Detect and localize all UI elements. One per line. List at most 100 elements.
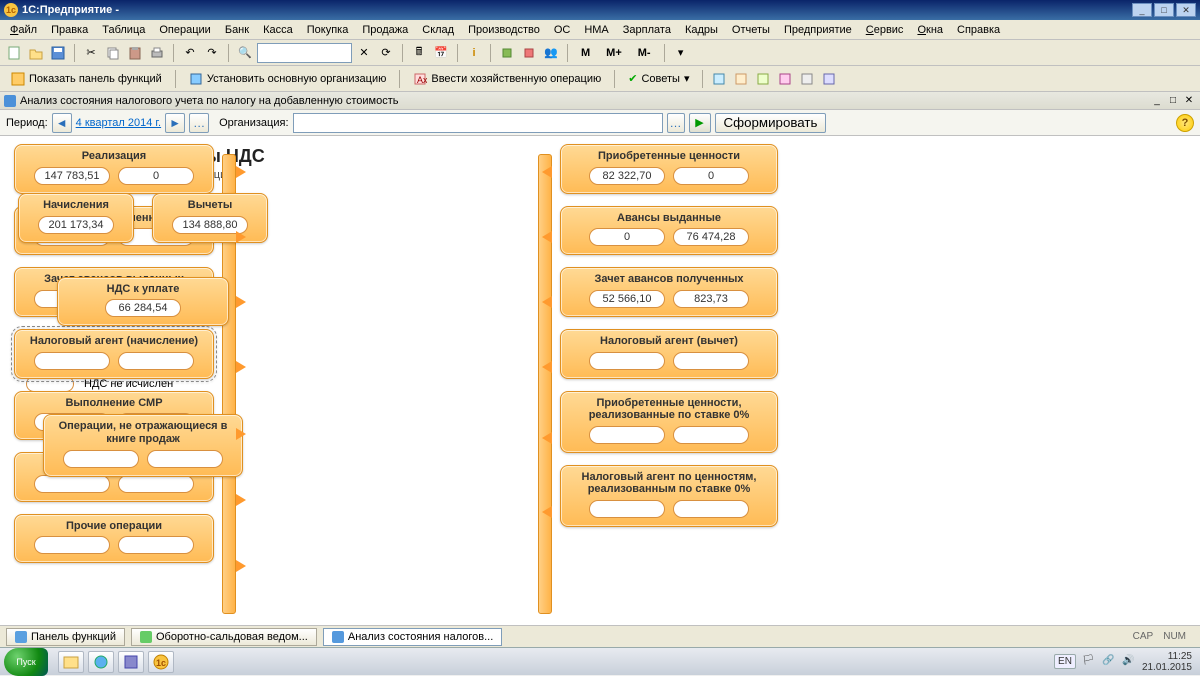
menu-os[interactable]: ОС bbox=[548, 22, 577, 38]
vat-to-pay-block[interactable]: НДС к уплате 66 284,54 bbox=[57, 277, 229, 327]
search-icon[interactable]: 🔍 bbox=[235, 43, 255, 63]
windows-taskbar: Пуск 1c EN 🏳 🔗 🔊 11:25 21.01.2015 bbox=[0, 647, 1200, 675]
report4-icon[interactable] bbox=[775, 69, 795, 89]
not-in-sales-book-block[interactable]: Операции, не отражающиеся в книге продаж bbox=[43, 414, 243, 476]
tray-clock[interactable]: 11:25 21.01.2015 bbox=[1142, 651, 1192, 673]
period-value-link[interactable]: 4 квартал 2014 г. bbox=[76, 117, 161, 129]
ql-explorer-icon[interactable] bbox=[58, 651, 84, 673]
calendar-icon[interactable]: 📅 bbox=[431, 43, 451, 63]
close-button[interactable]: ✕ bbox=[1176, 3, 1196, 17]
menu-file[interactable]: Файл bbox=[4, 22, 43, 38]
menu-edit[interactable]: Правка bbox=[45, 22, 94, 38]
org-select-button[interactable]: … bbox=[667, 113, 685, 133]
menu-windows[interactable]: Окна bbox=[911, 22, 949, 38]
run-button[interactable]: ▶ bbox=[689, 113, 711, 133]
tool2-icon[interactable] bbox=[519, 43, 539, 63]
right-block-4[interactable]: Приобретенные ценности, реализованные по… bbox=[560, 391, 778, 453]
report5-icon[interactable] bbox=[797, 69, 817, 89]
print-icon[interactable] bbox=[147, 43, 167, 63]
subwin-close-button[interactable]: ✕ bbox=[1182, 94, 1196, 108]
lang-indicator[interactable]: EN bbox=[1054, 654, 1076, 669]
report1-icon[interactable] bbox=[709, 69, 729, 89]
start-button[interactable]: Пуск bbox=[4, 648, 48, 676]
accruals-block[interactable]: Начисления 201 173,34 bbox=[18, 193, 134, 243]
redo-icon[interactable]: ↷ bbox=[202, 43, 222, 63]
tray-network-icon[interactable]: 🔗 bbox=[1102, 655, 1116, 669]
right-block-3[interactable]: Налоговый агент (вычет) bbox=[560, 329, 778, 379]
refresh-icon[interactable]: ⟳ bbox=[376, 43, 396, 63]
tray-flag-icon[interactable]: 🏳 bbox=[1082, 655, 1096, 669]
copy-icon[interactable] bbox=[103, 43, 123, 63]
minimize-button[interactable]: _ bbox=[1132, 3, 1152, 17]
menu-table[interactable]: Таблица bbox=[96, 22, 151, 38]
right-block-0[interactable]: Приобретенные ценности82 322,700 bbox=[560, 144, 778, 194]
menu-production[interactable]: Производство bbox=[462, 22, 546, 38]
set-main-org-button[interactable]: Установить основную организацию bbox=[182, 69, 394, 89]
dropdown-icon[interactable]: ▾ bbox=[671, 43, 691, 63]
m-button[interactable]: М bbox=[574, 43, 597, 63]
mminus-button[interactable]: М- bbox=[631, 43, 658, 63]
ql-ie-icon[interactable] bbox=[88, 651, 114, 673]
menu-cash[interactable]: Касса bbox=[257, 22, 299, 38]
advice-button[interactable]: ✔Советы▾ bbox=[621, 69, 696, 89]
right-block-5-title: Налоговый агент по ценностям, реализован… bbox=[569, 471, 769, 496]
cut-icon[interactable]: ✂ bbox=[81, 43, 101, 63]
tab-osv[interactable]: Оборотно-сальдовая ведом... bbox=[131, 628, 317, 646]
form-report-button[interactable]: Сформировать bbox=[715, 113, 827, 133]
menu-service[interactable]: Сервис bbox=[860, 22, 910, 38]
undo-icon[interactable]: ↶ bbox=[180, 43, 200, 63]
menu-bank[interactable]: Банк bbox=[219, 22, 255, 38]
panel-functions-button[interactable]: Показать панель функций bbox=[4, 69, 169, 89]
report6-icon[interactable] bbox=[819, 69, 839, 89]
menu-sale[interactable]: Продажа bbox=[356, 22, 414, 38]
subwin-restore-button[interactable]: □ bbox=[1166, 94, 1180, 108]
report2-icon[interactable] bbox=[731, 69, 751, 89]
tray-sound-icon[interactable]: 🔊 bbox=[1122, 655, 1136, 669]
tool-icon[interactable] bbox=[497, 43, 517, 63]
menu-hr[interactable]: Кадры bbox=[679, 22, 724, 38]
save-icon[interactable] bbox=[48, 43, 68, 63]
right-block-5[interactable]: Налоговый агент по ценностям, реализован… bbox=[560, 465, 778, 527]
period-prev-button[interactable]: ◄ bbox=[52, 113, 72, 133]
menu-nma[interactable]: НМА bbox=[578, 22, 614, 38]
menu-help[interactable]: Справка bbox=[951, 22, 1006, 38]
arrow-left-icon bbox=[542, 296, 552, 308]
right-block-2[interactable]: Зачет авансов полученных52 566,10823,73 bbox=[560, 267, 778, 317]
menu-operations[interactable]: Операции bbox=[153, 22, 216, 38]
not-in-sales-book-b bbox=[147, 450, 223, 468]
period-select-button[interactable]: … bbox=[189, 113, 209, 133]
deductions-block[interactable]: Вычеты 134 888,80 bbox=[152, 193, 268, 243]
left-block-0[interactable]: Реализация147 783,510 bbox=[14, 144, 214, 194]
ql-app-icon[interactable] bbox=[118, 651, 144, 673]
new-icon[interactable] bbox=[4, 43, 24, 63]
left-block-6[interactable]: Прочие операции bbox=[14, 514, 214, 564]
subwin-minimize-button[interactable]: _ bbox=[1150, 94, 1164, 108]
report-canvas: Реализация147 783,510Авансы полученные53… bbox=[0, 136, 1200, 655]
help-icon[interactable]: i bbox=[464, 43, 484, 63]
menu-stock[interactable]: Склад bbox=[416, 22, 460, 38]
help-button[interactable]: ? bbox=[1176, 114, 1194, 132]
search-input[interactable] bbox=[257, 43, 352, 63]
mplus-button[interactable]: М+ bbox=[599, 43, 629, 63]
open-icon[interactable] bbox=[26, 43, 46, 63]
menu-purchase[interactable]: Покупка bbox=[301, 22, 355, 38]
users-icon[interactable]: 👥 bbox=[541, 43, 561, 63]
svg-text:1c: 1c bbox=[156, 658, 166, 668]
tab-vat-analysis[interactable]: Анализ состояния налогов... bbox=[323, 628, 502, 646]
clear-search-icon[interactable]: ✕ bbox=[354, 43, 374, 63]
menu-reports[interactable]: Отчеты bbox=[726, 22, 776, 38]
period-next-button[interactable]: ► bbox=[165, 113, 185, 133]
left-block-3[interactable]: Налоговый агент (начисление) bbox=[14, 329, 214, 379]
menu-enterprise[interactable]: Предприятие bbox=[778, 22, 858, 38]
paste-icon[interactable] bbox=[125, 43, 145, 63]
organization-input[interactable] bbox=[293, 113, 663, 133]
report3-icon[interactable] bbox=[753, 69, 773, 89]
right-block-1[interactable]: Авансы выданные076 474,28 bbox=[560, 206, 778, 256]
calc-icon[interactable]: 🖩 bbox=[409, 43, 429, 63]
tab-panel-functions[interactable]: Панель функций bbox=[6, 628, 125, 646]
maximize-button[interactable]: □ bbox=[1154, 3, 1174, 17]
main-menu: Файл Правка Таблица Операции Банк Касса … bbox=[0, 20, 1200, 40]
ql-1c-icon[interactable]: 1c bbox=[148, 651, 174, 673]
menu-salary[interactable]: Зарплата bbox=[617, 22, 677, 38]
enter-operation-button[interactable]: AxВвести хозяйственную операцию bbox=[406, 69, 608, 89]
